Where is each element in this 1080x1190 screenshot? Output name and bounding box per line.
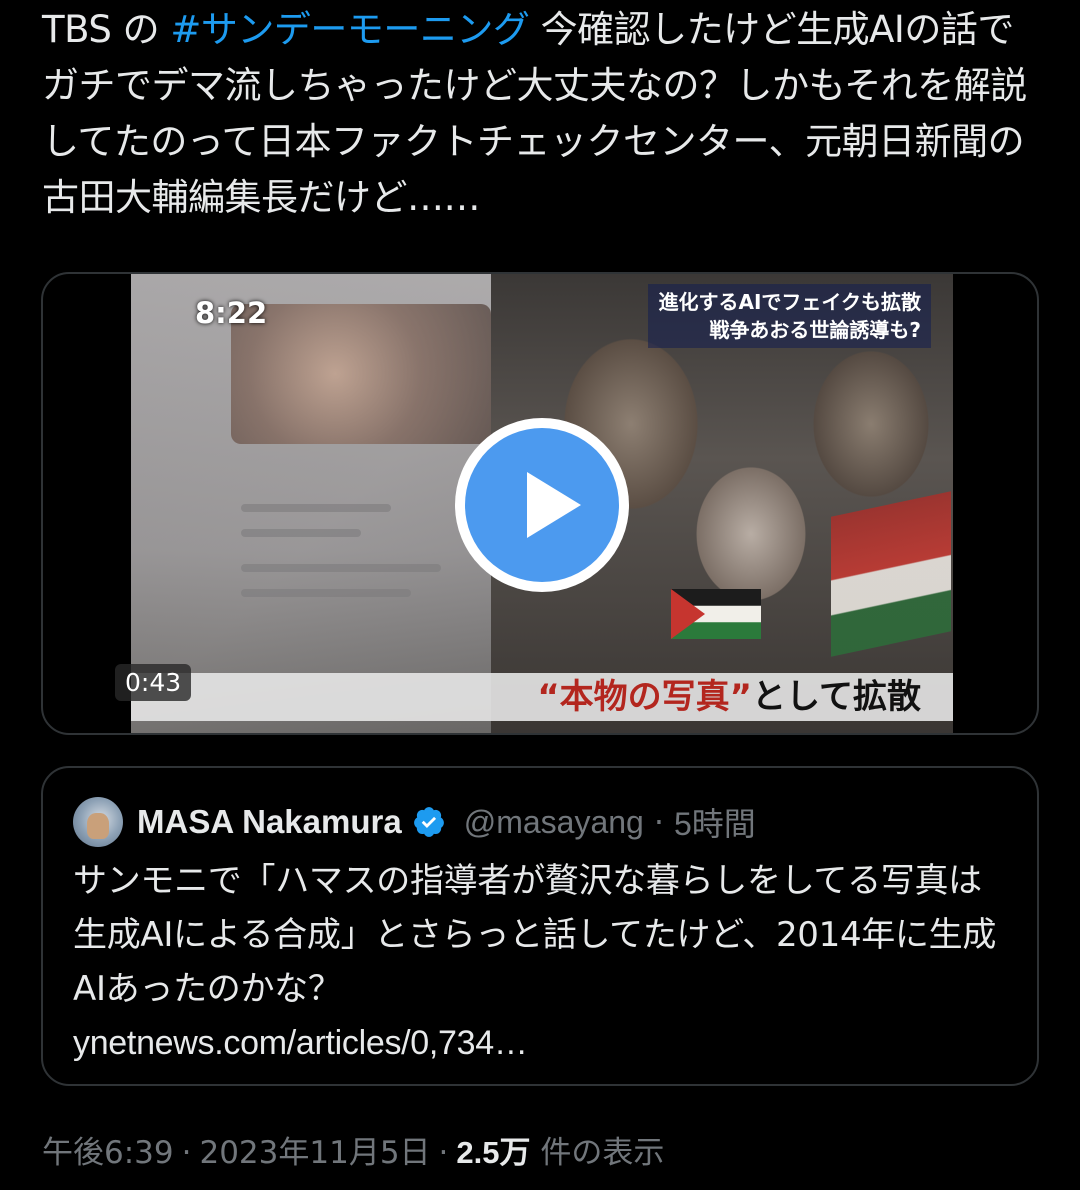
quoted-tweet-text: サンモニで「ハマスの指導者が贅沢な暮らしをしてる写真は生成AIによる合成」とさら… [73,854,1013,1070]
video-thumbnail-photo [231,304,491,444]
separator-dot: · [438,1135,449,1171]
video-player[interactable]: 8:22 進化するAIでフェイクも拡散 戦争あおる世論誘導も? “本物の写真”と… [41,272,1039,735]
video-thumbnail-line [241,529,361,537]
tweet-text-prefix: TBS の [42,8,171,51]
video-duration-badge: 0:43 [115,664,192,701]
quoted-author-name[interactable]: MASA Nakamura [137,803,402,841]
tweet-text: TBS の #サンデーモーニング 今確認したけど生成AIの話でガチでデマ流しちゃ… [42,2,1042,226]
quoted-author-handle[interactable]: @masayang [464,804,644,841]
quoted-tweet-header: MASA Nakamura @masayang · 5時間 [73,796,756,848]
tweet-time[interactable]: 午後6:39 [42,1135,174,1171]
tweet-date[interactable]: 2023年11月5日 [199,1135,430,1171]
views-count[interactable]: 2.5万 [456,1135,530,1170]
avatar[interactable] [73,797,123,847]
quoted-tweet[interactable]: MASA Nakamura @masayang · 5時間 サンモニで「ハマスの… [41,766,1039,1086]
video-overlay-caption-line1: 進化するAIでフェイクも拡散 [658,290,921,314]
separator-dot: · [653,803,664,841]
video-thumbnail-line [241,589,411,597]
verified-badge-icon [412,805,446,839]
video-overlay-caption: 進化するAIでフェイクも拡散 戦争あおる世論誘導も? [648,284,931,348]
quoted-tweet-link[interactable]: ynetnews.com/articles/0,734… [73,1016,1013,1070]
video-overlay-caption-line2: 戦争あおる世論誘導も? [709,318,921,342]
hashtag-link[interactable]: #サンデーモーニング [170,8,530,51]
separator-dot: · [181,1135,192,1171]
play-icon [527,472,581,538]
views-label: 件の表示 [540,1135,665,1171]
video-subtitle-bar: “本物の写真”として拡散 [131,673,953,721]
video-thumbnail-line [241,504,391,512]
video-overlay-time: 8:22 [195,296,268,330]
tweet-meta: 午後6:39 · 2023年11月5日 · 2.5万 件の表示 [42,1128,664,1178]
play-button[interactable] [455,418,629,592]
quoted-tweet-time[interactable]: 5時間 [674,799,756,845]
flag-graphic [831,491,951,657]
video-subtitle-rest: として拡散 [752,677,921,717]
quoted-tweet-body: サンモニで「ハマスの指導者が贅沢な暮らしをしてる写真は生成AIによる合成」とさら… [73,861,997,1009]
flag-graphic-small [671,589,761,639]
video-thumbnail-line [241,564,441,572]
play-button-circle [465,428,619,582]
video-subtitle-text: “本物の写真”として拡散 [537,675,921,719]
video-subtitle-highlight: “本物の写真” [537,677,753,717]
